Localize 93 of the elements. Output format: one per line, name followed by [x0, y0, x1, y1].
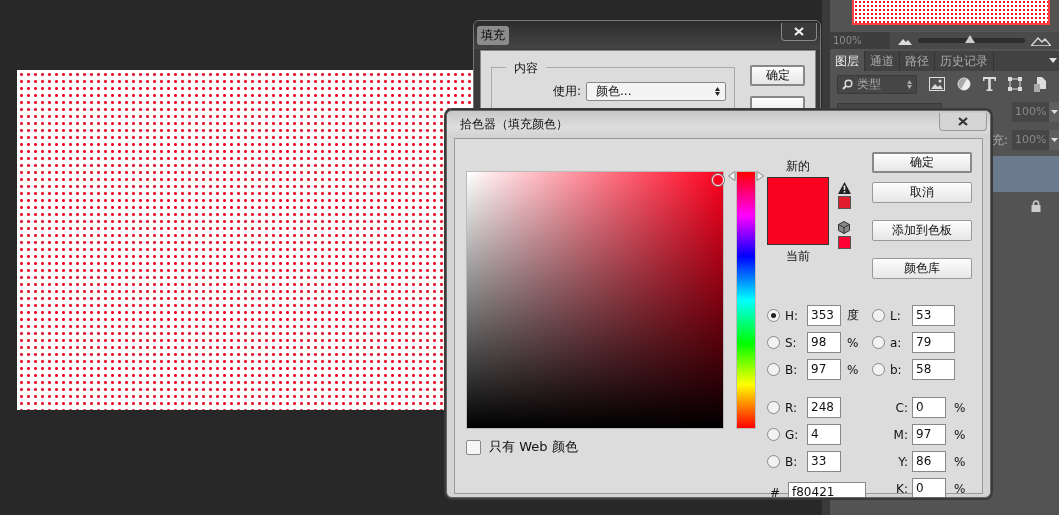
- field-label: Y:: [897, 454, 909, 469]
- zoom-slider[interactable]: [918, 38, 1025, 43]
- caret-icon: [1050, 138, 1058, 142]
- current-color-swatch[interactable]: [768, 211, 828, 244]
- field-label: b:: [890, 362, 903, 377]
- checkbox-label: 只有 Web 颜色: [489, 438, 578, 456]
- field-label: H:: [785, 308, 800, 323]
- hex-field[interactable]: f80421: [788, 482, 866, 497]
- hue-slider-handle[interactable]: [728, 171, 764, 182]
- value-field[interactable]: 0: [912, 397, 946, 418]
- radio-button[interactable]: [767, 455, 780, 468]
- type-filter-icon[interactable]: [983, 77, 996, 91]
- gamut-color-swatch[interactable]: [837, 196, 851, 209]
- panel-tab[interactable]: 历史记录: [935, 51, 994, 71]
- value-field[interactable]: 97: [807, 359, 841, 380]
- unit-label: %: [954, 481, 966, 496]
- unit-label: %: [954, 400, 966, 415]
- field-label: R:: [785, 400, 798, 415]
- radio-button[interactable]: [767, 363, 780, 376]
- web-safe-color-swatch[interactable]: [837, 236, 851, 249]
- panel-tab[interactable]: 通道: [865, 51, 900, 71]
- value-field[interactable]: 58: [912, 359, 955, 380]
- radio-button[interactable]: [767, 428, 780, 441]
- field-label: S:: [785, 335, 798, 350]
- field-label: L:: [890, 308, 902, 323]
- search-icon: [842, 78, 853, 90]
- hue-slider[interactable]: [728, 171, 764, 429]
- field-label: C:: [894, 400, 909, 415]
- hex-label: #: [770, 485, 782, 497]
- filter-dropdown[interactable]: 类型: [837, 74, 917, 94]
- radio-button[interactable]: [767, 401, 780, 414]
- field-label: B:: [785, 454, 799, 469]
- opacity-arrow-button[interactable]: [1049, 102, 1059, 122]
- field-label: G:: [785, 427, 800, 442]
- stepper-arrows-icon: [907, 79, 912, 89]
- use-label: 使用:: [553, 83, 582, 100]
- value-field[interactable]: 248: [807, 397, 841, 418]
- fill-arrow-button[interactable]: [1049, 130, 1059, 150]
- current-label: 当前: [786, 248, 810, 264]
- field-label: M:: [892, 427, 909, 442]
- unit-label: %: [954, 427, 966, 442]
- field-label: K:: [895, 481, 909, 496]
- cube-icon: [838, 221, 850, 234]
- value-field[interactable]: 97: [912, 424, 946, 445]
- unit-label: %: [847, 335, 859, 350]
- panel-tab[interactable]: 路径: [900, 51, 935, 71]
- close-button[interactable]: [781, 23, 817, 41]
- dialog-button[interactable]: 添加到色板: [872, 220, 972, 241]
- value-field[interactable]: 0: [912, 478, 946, 497]
- lock-icon: [1031, 200, 1041, 212]
- new-label: 新的: [786, 158, 810, 174]
- use-dropdown[interactable]: 颜色...: [586, 82, 727, 101]
- value-field[interactable]: 98: [807, 332, 841, 353]
- dialog-button[interactable]: 确定: [750, 65, 805, 86]
- radio-button[interactable]: [767, 336, 780, 349]
- large-mountain-icon[interactable]: [1031, 35, 1051, 46]
- checkbox[interactable]: [466, 439, 481, 455]
- value-field[interactable]: 353: [807, 305, 841, 326]
- stepper-arrows-icon: [715, 87, 721, 96]
- close-icon: [794, 27, 804, 36]
- dialog-button[interactable]: 确定: [872, 152, 972, 173]
- smart-object-filter-icon[interactable]: [1034, 76, 1046, 92]
- radio-button[interactable]: [872, 309, 885, 322]
- value-field[interactable]: 4: [807, 424, 841, 445]
- shape-filter-icon[interactable]: [1008, 77, 1022, 91]
- dialog-button[interactable]: 取消: [872, 182, 972, 203]
- color-field[interactable]: [466, 171, 724, 429]
- image-filter-icon[interactable]: [929, 77, 945, 91]
- small-mountain-icon[interactable]: [898, 36, 912, 45]
- panel-tab[interactable]: 图层: [830, 51, 865, 71]
- value-field[interactable]: 53: [912, 305, 955, 326]
- warning-icon: [837, 182, 851, 194]
- close-button[interactable]: [939, 113, 987, 131]
- dialog-title: 填充: [477, 25, 509, 45]
- caret-icon: [1050, 110, 1058, 114]
- field-label: a:: [890, 335, 903, 350]
- value-field[interactable]: 79: [912, 332, 955, 353]
- value-field[interactable]: 33: [807, 451, 841, 472]
- radio-button[interactable]: [872, 336, 885, 349]
- radio-button[interactable]: [767, 309, 780, 322]
- radio-button[interactable]: [872, 363, 885, 376]
- unit-label: 度: [847, 307, 859, 324]
- group-label: 内容: [506, 60, 546, 77]
- unit-label: %: [847, 362, 859, 377]
- unit-label: %: [954, 454, 966, 469]
- dialog-title: 拾色器（填充颜色）: [459, 116, 568, 133]
- dialog-button[interactable]: 颜色库: [872, 258, 972, 279]
- panel-menu-icon[interactable]: [1049, 58, 1057, 63]
- close-icon: [958, 117, 968, 126]
- adjustment-filter-icon[interactable]: [957, 77, 971, 91]
- value-field[interactable]: 86: [912, 451, 946, 472]
- fill-label: 充:: [991, 131, 1008, 149]
- field-label: B:: [785, 362, 799, 377]
